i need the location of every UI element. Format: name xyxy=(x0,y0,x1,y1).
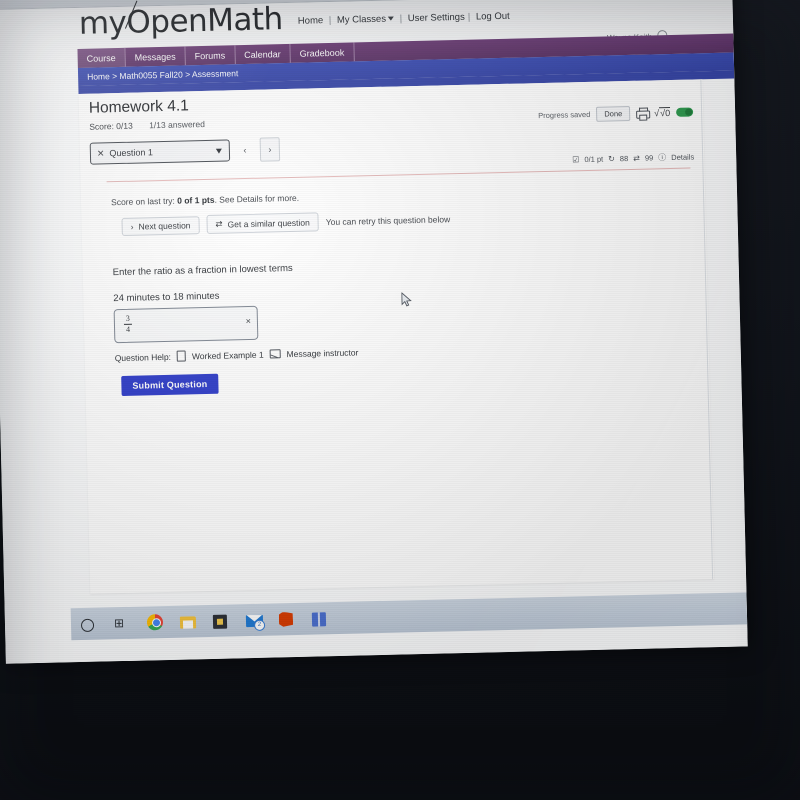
attempts-count: 88 xyxy=(619,154,629,164)
swap-icon: ⇄ xyxy=(633,153,641,163)
mail-icon[interactable]: 2 xyxy=(245,611,266,631)
divider xyxy=(106,167,691,183)
site-logo-text: myOpenMath xyxy=(78,1,284,42)
similar-question-label: Get a similar question xyxy=(227,217,310,229)
circle xyxy=(80,618,95,632)
fraction-numerator: 3 xyxy=(125,313,130,323)
square-root-icon[interactable]: √√0 xyxy=(654,106,671,118)
question-help-label: Question Help: xyxy=(114,351,172,363)
calculator-toggle[interactable] xyxy=(676,107,694,117)
info-icon[interactable]: ⓘ xyxy=(658,152,666,163)
x-mark-icon: ✕ xyxy=(96,147,105,159)
top-link-user-settings[interactable]: User Settings xyxy=(408,12,465,24)
last-try-score: 0 of 1 pts xyxy=(177,194,215,206)
nav-tab-course[interactable]: Course xyxy=(77,47,126,68)
teams-icon[interactable] xyxy=(311,610,329,627)
microsoft-store-icon[interactable] xyxy=(212,612,230,629)
nav-tab-gradebook[interactable]: Gradebook xyxy=(290,42,355,63)
worked-example-link[interactable]: Worked Example 1 xyxy=(192,349,264,361)
separator: | xyxy=(328,14,332,27)
retry-note: You can retry this question below xyxy=(325,213,451,227)
top-nav-links: Home | My Classes | User Settings | Log O… xyxy=(298,11,510,27)
question-nav-row: ✕ Question 1 ‹ › xyxy=(89,137,281,165)
nav-tab-messages[interactable]: Messages xyxy=(125,46,186,67)
versions-count: 99 xyxy=(644,153,654,163)
checkbox-icon: ☑ xyxy=(572,155,580,165)
mail-icon xyxy=(269,349,281,359)
progress-saved-label: Progress saved xyxy=(538,109,591,121)
fraction-denominator: 4 xyxy=(125,325,131,335)
similar-question-button[interactable]: ⇄ Get a similar question xyxy=(206,212,319,234)
office-glyph xyxy=(279,612,293,627)
top-link-home[interactable]: Home xyxy=(298,15,324,27)
retry-icon: ↻ xyxy=(608,154,615,164)
next-question-button-labeled[interactable]: › Next question xyxy=(121,215,200,236)
chevron-down-icon[interactable] xyxy=(387,16,395,21)
screen-photo: ✕ Forums - ARK - Offi… Verndale School H… xyxy=(0,0,800,800)
task-view-icon[interactable]: ⊞ xyxy=(114,614,131,631)
file-explorer-icon[interactable] xyxy=(179,613,197,630)
search-circle-icon[interactable] xyxy=(80,615,98,632)
separator: | xyxy=(467,11,471,23)
myopenmath-page: myOpenMath Home | My Classes | User Sett… xyxy=(0,0,748,664)
chrome-glyph xyxy=(146,613,164,630)
teams-glyph xyxy=(311,611,327,627)
fraction-answer: 3 4 xyxy=(123,313,132,335)
question-help-row: Question Help: Worked Example 1 Message … xyxy=(115,346,359,363)
last-try-suffix: . See Details for more. xyxy=(214,192,300,205)
next-question-button[interactable]: › xyxy=(259,137,281,162)
mouse-cursor xyxy=(401,292,412,307)
last-try-prefix: Score on last try: xyxy=(110,195,178,208)
chevron-right-icon: › xyxy=(130,221,134,232)
details-link[interactable]: Details xyxy=(671,152,694,162)
swap-icon: ⇄ xyxy=(215,218,223,229)
prev-question-button[interactable]: ‹ xyxy=(235,138,256,162)
separator: | xyxy=(399,13,403,25)
points-score: 0/1 pt xyxy=(584,154,604,165)
score-label: Score: 0/13 xyxy=(89,120,133,132)
calculator-label: √0 xyxy=(659,106,671,118)
chevron-down-icon xyxy=(215,148,222,154)
top-link-log-out[interactable]: Log Out xyxy=(476,11,510,23)
store-glyph xyxy=(212,614,228,629)
chrome-icon[interactable] xyxy=(146,613,164,631)
printer-icon[interactable] xyxy=(636,107,651,121)
office-icon[interactable] xyxy=(279,610,296,627)
breadcrumb[interactable]: Home > Math0055 Fall20 > Assessment xyxy=(78,68,238,82)
points-summary: ☑ 0/1 pt ↻ 88 ⇄ 99 ⓘ Details xyxy=(572,151,694,165)
submit-button[interactable]: Submit Question xyxy=(121,373,219,397)
top-link-my-classes[interactable]: My Classes xyxy=(337,14,386,26)
question-body: 24 minutes to 18 minutes xyxy=(113,290,220,305)
message-instructor-link[interactable]: Message instructor xyxy=(286,347,358,359)
last-try-message: Score on last try: 0 of 1 pts. See Detai… xyxy=(111,193,299,207)
done-button[interactable]: Done xyxy=(596,105,631,122)
answer-input[interactable]: 3 4 × xyxy=(113,305,259,344)
progress-toolbar: Progress saved Done √√0 xyxy=(538,104,694,123)
question-select-value: Question 1 xyxy=(109,147,154,159)
answered-label: 1/13 answered xyxy=(149,118,206,131)
nav-tab-calendar[interactable]: Calendar xyxy=(234,43,291,65)
site-logo[interactable]: myOpenMath xyxy=(78,0,284,42)
assessment-card: Homework 4.1 Score: 0/13 1/13 answered P… xyxy=(78,79,715,594)
page-title: Homework 4.1 xyxy=(88,97,189,117)
mail-badge: 2 xyxy=(253,619,266,631)
printer-output xyxy=(639,114,648,121)
question-action-row: › Next question ⇄ Get a similar question… xyxy=(121,209,450,236)
next-question-label: Next question xyxy=(138,219,191,232)
document-icon xyxy=(176,350,187,362)
folder-glyph xyxy=(179,615,197,629)
question-prompt: Enter the ratio as a fraction in lowest … xyxy=(112,262,293,279)
question-select[interactable]: ✕ Question 1 xyxy=(89,139,231,165)
clear-icon[interactable]: × xyxy=(246,316,251,326)
nav-tab-forums[interactable]: Forums xyxy=(185,45,236,66)
score-summary: Score: 0/13 1/13 answered xyxy=(89,119,205,132)
monitor-screen: ✕ Forums - ARK - Offi… Verndale School H… xyxy=(0,0,748,664)
